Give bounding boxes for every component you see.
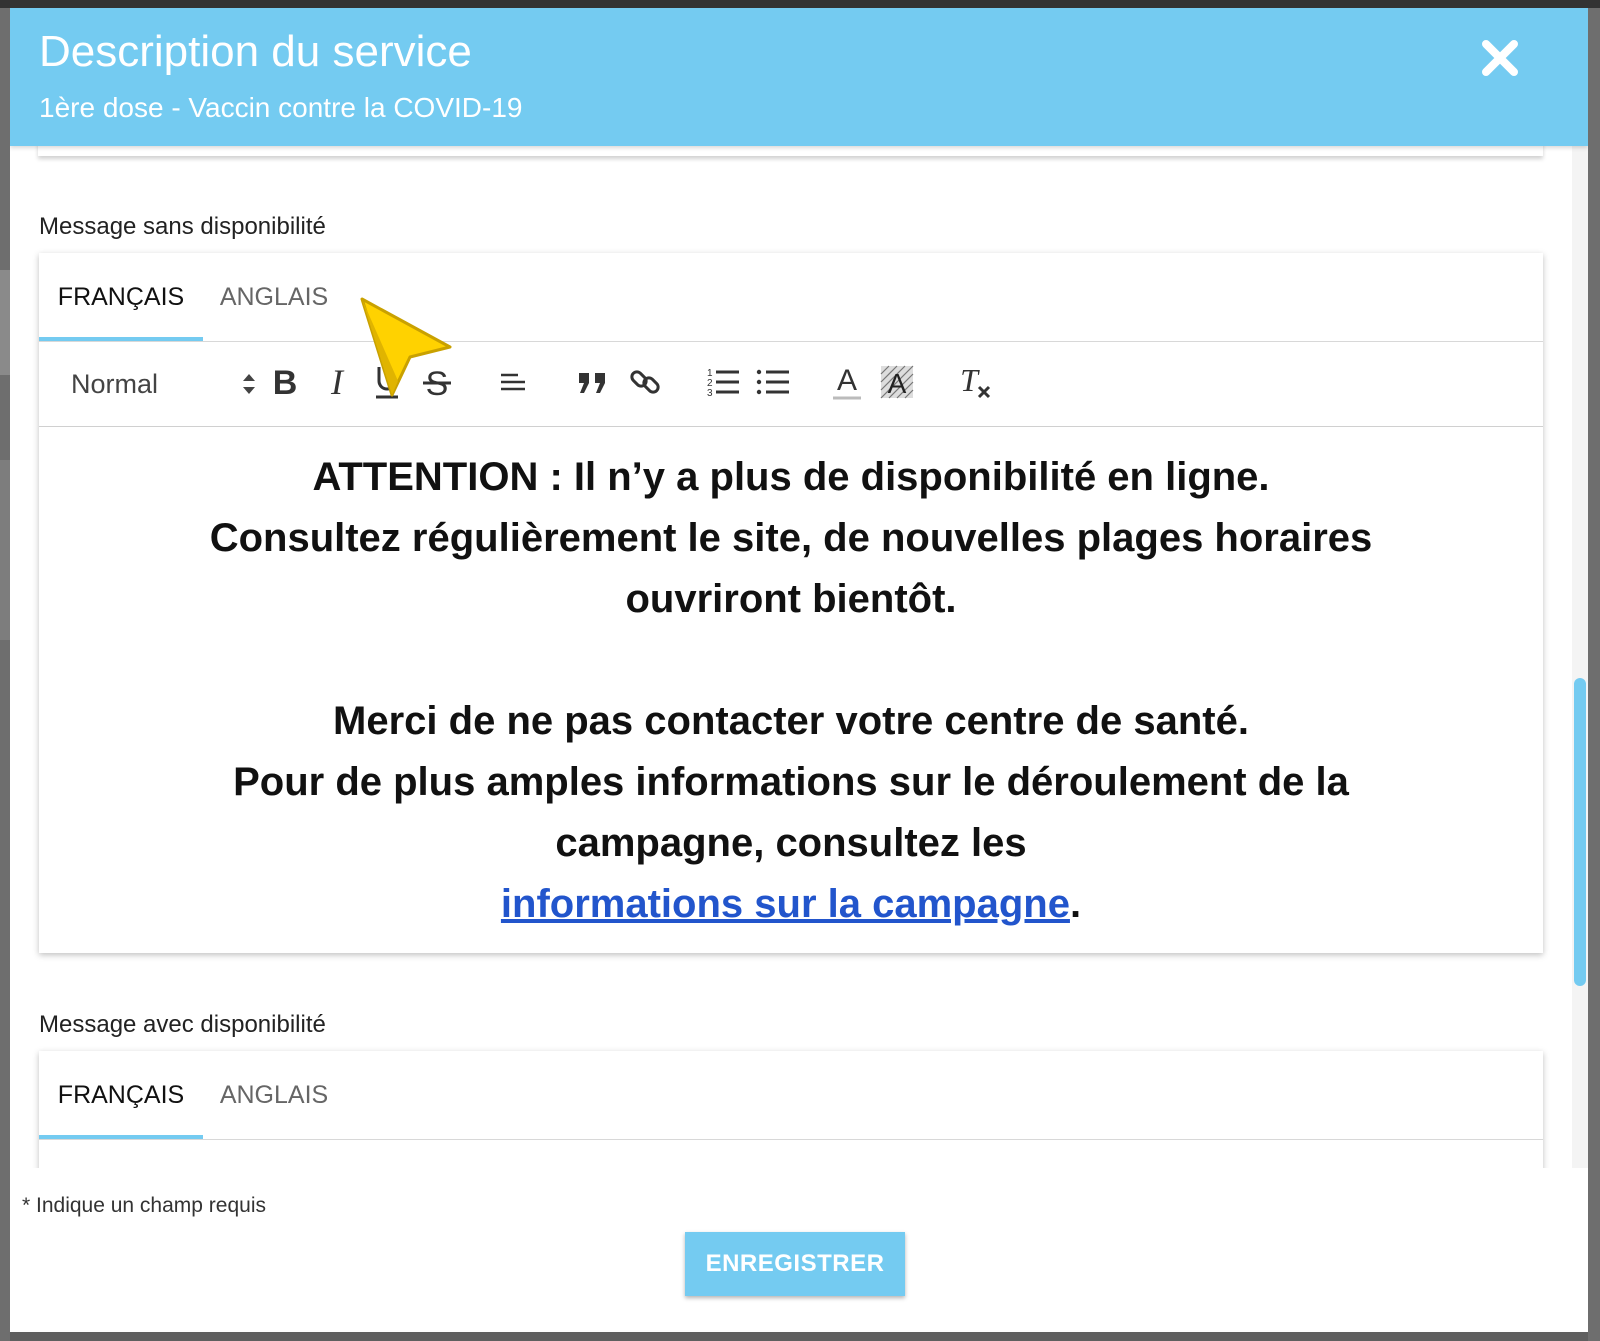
text-color-button[interactable]: A [825, 360, 869, 404]
active-tab-indicator [39, 1135, 203, 1139]
content-line-link: informations sur la campagne. [39, 874, 1543, 935]
tab-english[interactable]: ANGLAIS [203, 1051, 345, 1139]
language-tabs: FRANÇAIS ANGLAIS [39, 1051, 1543, 1140]
italic-icon: I [330, 365, 345, 399]
dialog-scroll-area[interactable]: Message sans disponibilité FRANÇAIS ANGL… [10, 146, 1588, 1198]
svg-text:B: B [273, 365, 298, 399]
dialog-subtitle: 1ère dose - Vaccin contre la COVID-19 [39, 92, 523, 123]
clear-format-icon: T [960, 363, 991, 399]
link-icon [630, 370, 660, 394]
service-description-dialog: Description du service 1ère dose - Vacci… [10, 8, 1588, 1332]
strikethrough-icon: S [423, 365, 451, 401]
select-arrows-icon [243, 374, 255, 394]
close-icon [1482, 40, 1518, 76]
campaign-info-link[interactable]: informations sur la campagne [501, 882, 1070, 926]
editor-toolbar: Normal B I S 1 2 3 A A T [39, 342, 1543, 427]
bullet-list-button[interactable] [751, 360, 795, 404]
ordered-list-icon: 123 [707, 368, 739, 399]
language-tabs: FRANÇAIS ANGLAIS [39, 253, 1543, 342]
svg-text:3: 3 [707, 388, 713, 399]
content-link-suffix: . [1069, 882, 1082, 926]
dialog-footer: * Indique un champ requis ENREGISTRER [10, 1168, 1588, 1332]
content-line-more-info: Pour de plus amples informations sur le … [233, 760, 1349, 865]
background-app-bar [0, 0, 1600, 8]
editor-no-availability: FRANÇAIS ANGLAIS Normal B I S 1 2 3 A A … [39, 253, 1543, 953]
bullet-list-icon [756, 369, 789, 395]
align-icon [501, 373, 525, 391]
content-line-no-contact: Merci de ne pas contacter votre centre d… [333, 699, 1249, 743]
svg-text:I: I [330, 365, 345, 399]
scrollbar-track[interactable] [1572, 146, 1588, 1168]
background-color-button[interactable]: A [875, 360, 919, 404]
editor-content[interactable]: ATTENTION : Il n’y a plus de disponibili… [39, 427, 1543, 935]
link-button[interactable] [623, 360, 667, 404]
background-app-left [0, 8, 10, 1341]
scrollbar-thumb[interactable] [1574, 678, 1586, 986]
underline-icon [376, 367, 398, 399]
content-line-attention: ATTENTION : Il n’y a plus de disponibili… [312, 455, 1270, 499]
dialog-title: Description du service [39, 27, 472, 76]
align-button[interactable] [491, 360, 535, 404]
background-color-icon: A [880, 365, 914, 399]
header-format-value: Normal [71, 369, 159, 399]
background-strip [0, 460, 10, 640]
italic-button[interactable]: I [315, 360, 359, 404]
save-button[interactable]: ENREGISTRER [685, 1232, 905, 1296]
strikethrough-button[interactable]: S [415, 360, 459, 404]
active-tab-indicator [39, 337, 203, 341]
svg-text:A: A [888, 368, 907, 399]
background-app-right [1588, 8, 1600, 1341]
section-label-no-availability: Message sans disponibilité [39, 213, 326, 240]
bold-icon: B [273, 365, 298, 399]
tab-french[interactable]: FRANÇAIS [39, 253, 203, 341]
dialog-header: Description du service 1ère dose - Vacci… [10, 8, 1588, 146]
close-button[interactable] [1478, 36, 1522, 80]
svg-text:A: A [837, 364, 857, 397]
header-format-select[interactable]: Normal [71, 362, 255, 406]
blockquote-icon [579, 373, 605, 393]
content-blank-line [39, 630, 1543, 691]
clear-format-button[interactable]: T [953, 360, 997, 404]
content-line-consult: Consultez régulièrement le site, de nouv… [209, 516, 1373, 621]
required-field-note: * Indique un champ requis [22, 1194, 266, 1217]
tab-french[interactable]: FRANÇAIS [39, 1051, 203, 1139]
previous-card-edge [38, 146, 1543, 156]
svg-text:T: T [960, 363, 980, 398]
tab-english[interactable]: ANGLAIS [203, 253, 345, 341]
text-color-icon: A [833, 364, 861, 400]
section-label-with-availability: Message avec disponibilité [39, 1011, 326, 1038]
blockquote-button[interactable] [571, 360, 615, 404]
background-strip [0, 270, 10, 375]
bold-button[interactable]: B [263, 360, 307, 404]
ordered-list-button[interactable]: 123 [701, 360, 745, 404]
underline-button[interactable] [365, 360, 409, 404]
